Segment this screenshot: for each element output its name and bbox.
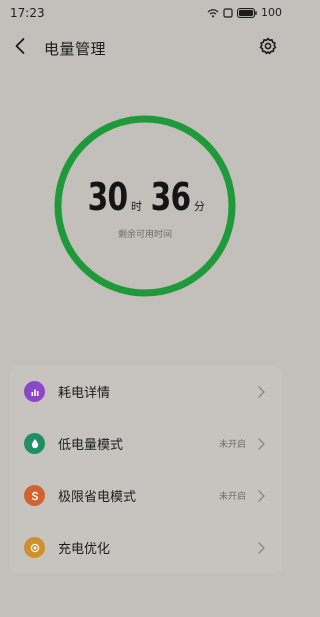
minutes-value: 36 — [150, 175, 191, 219]
battery-icon — [237, 7, 257, 18]
menu-item-status: 未开启 — [218, 440, 246, 450]
menu-item-label: 低电量模式 — [58, 438, 124, 453]
menu-item-power-usage-details[interactable]: 耗电详情 — [10, 366, 282, 418]
chevron-right-icon — [256, 488, 266, 502]
wifi-icon — [207, 8, 219, 18]
status-indicators: 100 — [207, 6, 282, 19]
battery-remaining-ring: 30 时 36 分 剩余可用时间 — [52, 113, 238, 299]
menu-item-label: 耗电详情 — [58, 386, 111, 401]
header: 电量管理 — [0, 30, 294, 66]
menu-item-status: 未开启 — [218, 492, 246, 502]
menu-item-extreme-power-saving[interactable]: 极限省电模式 未开启 — [10, 470, 282, 522]
back-button[interactable] — [8, 34, 32, 62]
settings-button[interactable] — [256, 36, 280, 60]
dot-circle-icon — [24, 537, 45, 558]
time-remaining: 30 时 36 分 — [52, 175, 238, 219]
status-time: 17:23 — [10, 6, 45, 20]
hours-unit: 时 — [131, 200, 142, 213]
battery-options-list: 耗电详情 低电量模式 未开启 极限省电模式 未开启 充电优化 — [10, 366, 282, 574]
minutes-unit: 分 — [193, 200, 205, 213]
chevron-right-icon — [256, 436, 266, 450]
drop-icon — [24, 433, 45, 454]
remaining-time-caption: 剩余可用时间 — [117, 230, 172, 240]
menu-item-low-power-mode[interactable]: 低电量模式 未开启 — [10, 418, 282, 470]
gear-icon — [259, 37, 277, 59]
sim-card-icon — [223, 7, 233, 18]
battery-percentage: 100 — [261, 6, 282, 19]
menu-item-charging-optimization[interactable]: 充电优化 — [10, 522, 282, 574]
menu-item-label: 极限省电模式 — [58, 490, 137, 505]
chevron-right-icon — [256, 384, 266, 398]
hours-value: 30 — [87, 175, 128, 219]
page-title: 电量管理 — [44, 40, 107, 58]
status-bar: 17:23 100 — [0, 0, 294, 26]
bar-chart-icon — [24, 381, 45, 402]
chevron-left-icon — [14, 37, 26, 59]
chevron-right-icon — [256, 540, 266, 554]
s-circle-icon — [24, 485, 45, 506]
menu-item-label: 充电优化 — [58, 542, 111, 557]
